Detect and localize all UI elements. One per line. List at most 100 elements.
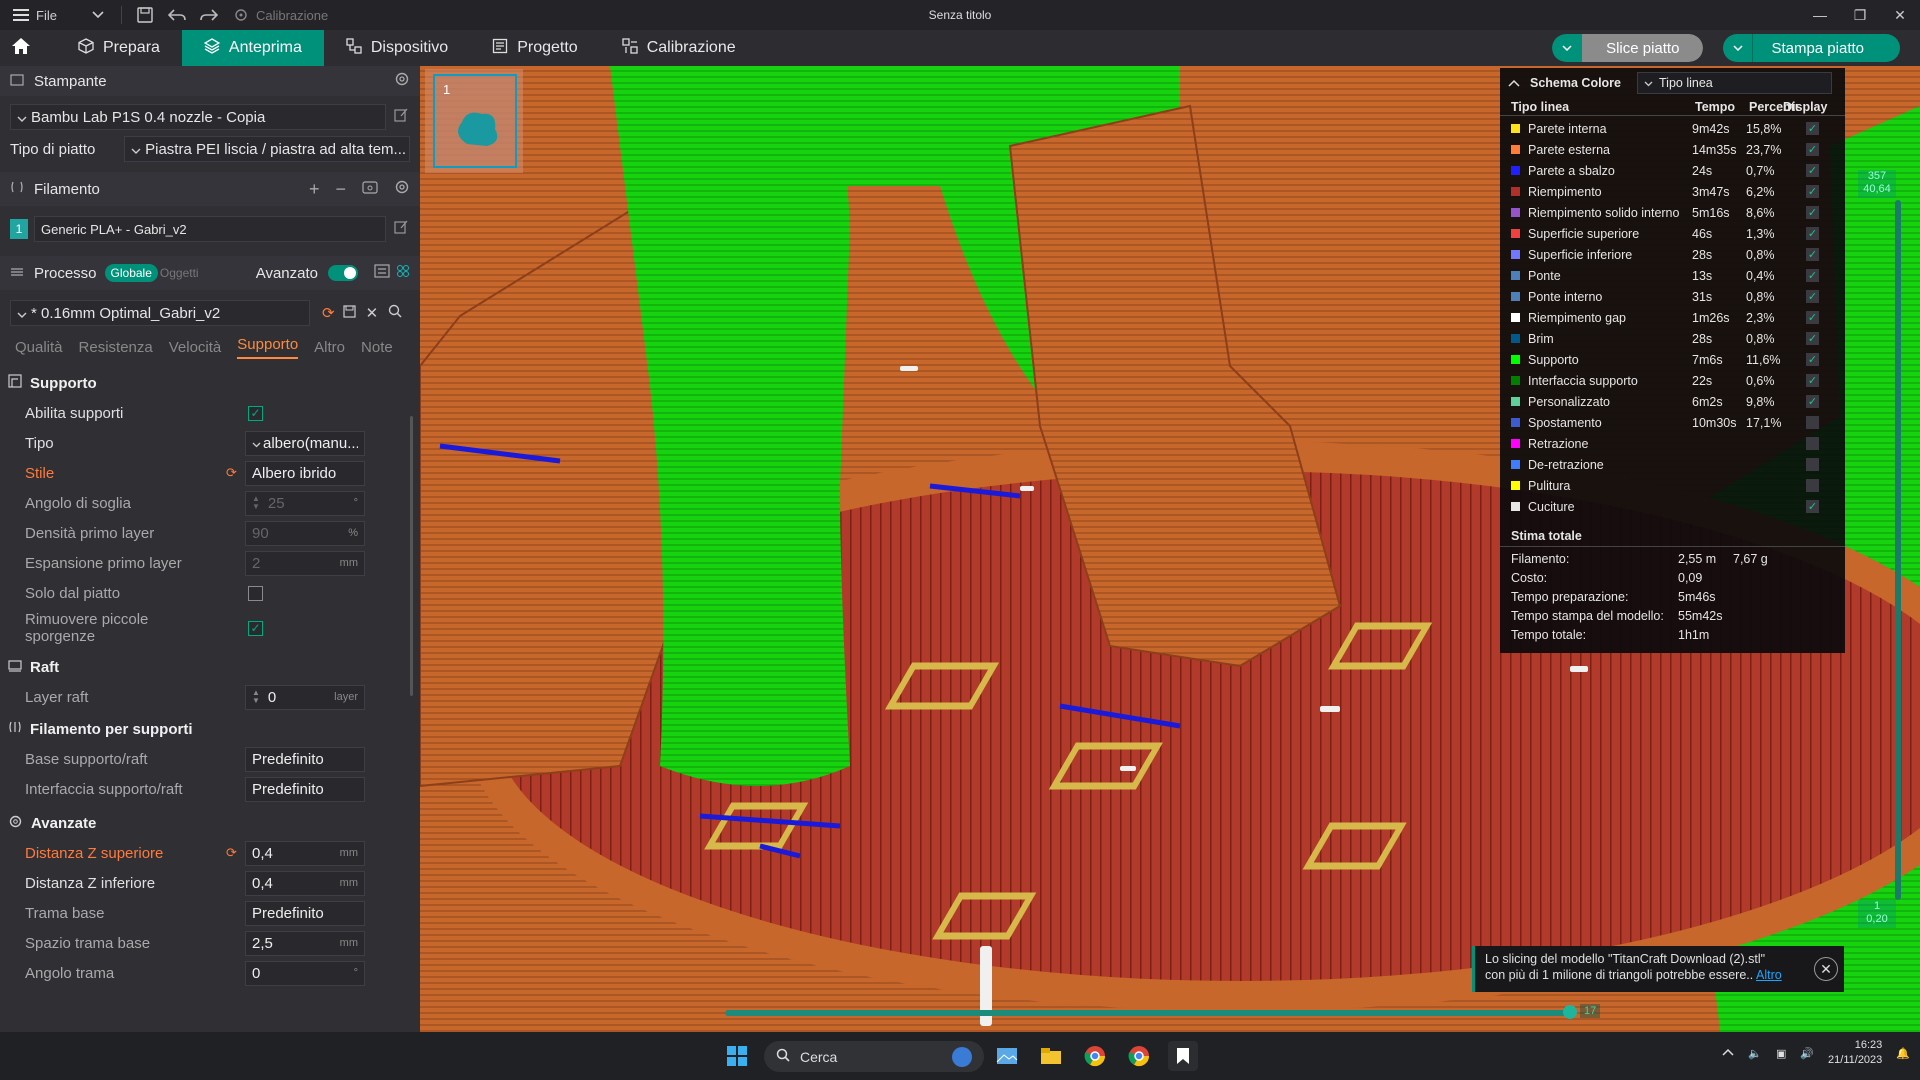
undo-icon[interactable] [167,6,186,24]
collapse-icon[interactable] [1508,76,1520,90]
display-checkbox[interactable] [1806,416,1819,429]
edit-icon[interactable] [394,108,408,126]
tab-anteprima[interactable]: Anteprima [181,30,324,66]
first-expansion-input[interactable]: 2 mm [245,550,365,576]
tab-calibrazione[interactable]: Calibrazione [600,30,758,66]
calibration-icon[interactable] [232,6,250,24]
base-pattern-select[interactable]: Predefinito [245,900,365,926]
display-checkbox[interactable] [1806,458,1819,471]
display-checkbox[interactable]: ✓ [1806,206,1819,219]
search-icon[interactable] [388,304,402,322]
display-checkbox[interactable]: ✓ [1806,374,1819,387]
remove-small-checkbox[interactable]: ✓ [248,620,263,636]
chevron-down-icon[interactable] [89,6,107,24]
display-checkbox[interactable]: ✓ [1806,353,1819,366]
display-checkbox[interactable]: ✓ [1806,500,1819,513]
display-checkbox[interactable]: ✓ [1806,164,1819,177]
plate-type-select[interactable]: Piastra PEI liscia / piastra ad alta tem… [124,136,410,162]
process-global-toggle[interactable]: Globale [104,264,158,282]
tab-quality[interactable]: Qualità [15,339,63,356]
tab-dispositivo[interactable]: Dispositivo [324,30,470,66]
add-icon[interactable]: + [309,179,320,200]
tab-support[interactable]: Supporto [237,336,299,359]
display-checkbox[interactable]: ✓ [1806,143,1819,156]
display-checkbox[interactable]: ✓ [1806,248,1819,261]
first-density-input[interactable]: 90 % [245,520,365,546]
interface-select[interactable]: Predefinito [245,776,365,802]
bottom-z-input[interactable]: 0,4 mm [245,870,365,896]
calibration-menu-label[interactable]: Calibrazione [256,8,328,23]
print-plate-button[interactable]: Stampa piatto [1723,34,1900,62]
redo-icon[interactable] [200,6,218,24]
display-checkbox[interactable]: ✓ [1806,185,1819,198]
style-select[interactable]: Albero ibrido [245,460,365,486]
settings-grid-icon[interactable] [396,264,410,282]
save-icon[interactable] [136,6,154,24]
edit-icon[interactable] [394,220,408,238]
display-checkbox[interactable]: ✓ [1806,122,1819,135]
display-checkbox[interactable] [1806,479,1819,492]
display-checkbox[interactable]: ✓ [1806,227,1819,240]
gear-icon[interactable] [394,179,410,199]
remove-icon[interactable]: − [335,179,346,200]
sidebar-scrollbar[interactable] [410,416,413,696]
move-horizontal-slider[interactable] [725,1010,1570,1016]
network-icon[interactable]: ▣ [1776,1047,1786,1060]
chevron-down-icon[interactable] [1552,34,1583,62]
close-icon[interactable]: ✕ [366,304,379,322]
tab-notes[interactable]: Note [361,339,393,356]
base-spacing-input[interactable]: 2,5 mm [245,930,365,956]
layer-vertical-slider[interactable] [1895,200,1901,900]
minimize-icon[interactable]: — [1800,0,1840,30]
chevron-up-icon[interactable] [1722,1047,1734,1059]
tab-progetto[interactable]: Progetto [470,30,599,66]
bambu-studio-icon[interactable] [1168,1041,1198,1071]
tab-prepara[interactable]: Prepara [56,30,182,66]
photos-app-icon[interactable] [992,1041,1022,1071]
reset-icon[interactable]: ⟳ [226,465,237,481]
enable-support-checkbox[interactable]: ✓ [248,405,263,421]
restore-icon[interactable]: ❐ [1840,0,1880,30]
display-checkbox[interactable]: ✓ [1806,332,1819,345]
top-z-input[interactable]: 0,4 mm [245,840,365,866]
save-icon[interactable] [342,304,356,322]
chrome-icon[interactable] [1080,1041,1110,1071]
spool-icon[interactable] [362,180,378,198]
process-objects-toggle[interactable]: Oggetti [160,266,199,280]
file-explorer-icon[interactable] [1036,1041,1066,1071]
compare-icon[interactable] [374,264,390,282]
taskbar-clock[interactable]: 16:23 21/11/2023 [1828,1038,1882,1068]
printer-select[interactable]: Bambu Lab P1S 0.4 nozzle - Copia [10,104,386,130]
chrome-profile-icon[interactable] [1124,1041,1154,1071]
tab-speed[interactable]: Velocità [169,339,222,356]
home-button[interactable] [0,30,42,66]
close-icon[interactable]: ✕ [1880,0,1920,30]
display-checkbox[interactable]: ✓ [1806,269,1819,282]
notification-bell-icon[interactable]: 🔔 [1896,1047,1910,1060]
base-select[interactable]: Predefinito [245,746,365,772]
only-plate-checkbox[interactable] [248,585,263,601]
reset-icon[interactable]: ⟳ [226,845,237,861]
move-slider-handle[interactable] [1563,1005,1577,1019]
chevron-down-icon[interactable] [1723,34,1754,62]
filament-select[interactable]: Generic PLA+ - Gabri_v2 [34,216,386,242]
type-select[interactable]: albero(manu... [245,430,365,456]
file-menu[interactable]: File [12,6,57,24]
display-checkbox[interactable] [1806,437,1819,450]
process-profile-select[interactable]: * 0.16mm Optimal_Gabri_v2 [10,300,310,326]
speaker-icon[interactable]: 🔈 [1748,1047,1762,1060]
raft-layers-input[interactable]: ▲ ▼ 0 layer [245,684,365,710]
close-icon[interactable]: ✕ [1814,957,1838,981]
threshold-input[interactable]: ▲ ▼ 25 ° [245,490,365,516]
slice-plate-button[interactable]: Slice piatto [1552,34,1704,62]
tab-strength[interactable]: Resistenza [79,339,153,356]
gear-icon[interactable] [394,71,410,91]
advanced-toggle[interactable] [328,265,358,281]
plate-thumbnail[interactable]: 1 [433,74,517,168]
display-checkbox[interactable]: ✓ [1806,311,1819,324]
volume-icon[interactable]: 🔊 [1800,1047,1814,1060]
windows-start-icon[interactable] [722,1041,752,1071]
notification-more-link[interactable]: Altro [1756,968,1782,982]
taskbar-search[interactable]: Cerca [764,1041,984,1072]
color-scheme-select[interactable]: Tipo linea [1637,72,1833,94]
